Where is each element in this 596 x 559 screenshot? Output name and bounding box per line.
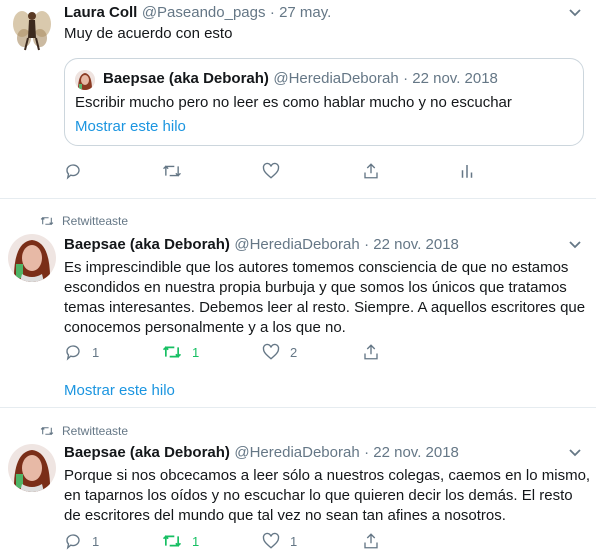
author-name[interactable]: Baepsae (aka Deborah) [64,236,230,253]
avatar[interactable] [8,234,56,282]
reply-icon [66,164,80,180]
reply-count: 1 [92,344,100,360]
share-button[interactable] [362,162,380,180]
tweet-text-line: Es imprescindible que los autores tomemo… [64,259,569,276]
like-button[interactable]: 2 [262,343,297,361]
retweet-icon [163,165,181,177]
analytics-button[interactable] [458,162,476,180]
retweet-label: Retwitteaste [62,214,129,228]
tweet-date[interactable]: · 22 nov. 2018 [364,236,459,253]
tweet-text-line: en taparnos los oídos y no escuchar lo q… [64,487,573,504]
quoted-author-name: Baepsae (aka Deborah) [103,70,269,87]
like-count: 2 [290,344,298,360]
quoted-author-handle: @HerediaDeborah [273,70,399,87]
reply-icon [66,534,80,550]
retweet-count: 1 [192,533,200,549]
share-button[interactable] [362,343,380,361]
chevron-down-icon[interactable] [568,446,582,461]
author-handle[interactable]: @HerediaDeborah [234,444,359,461]
reply-button[interactable]: 1 [64,343,99,361]
avatar[interactable] [8,444,56,492]
tweet-text-line: conocemos personalmente y a los que no. [64,319,346,336]
profile-photo-icon [8,444,56,492]
quoted-date: · 22 nov. 2018 [403,70,498,87]
retweet-button[interactable] [162,162,182,180]
share-icon [364,344,378,360]
tweet-text-line: escondidos en nuestra propia burbuja y q… [64,279,567,296]
tweet-text-line: de escritores del mundo que tal vez no s… [64,507,506,524]
tweet-text: Muy de acuerdo con esto [64,25,233,42]
tweet-date[interactable]: · 22 nov. 2018 [364,444,459,461]
like-button[interactable]: 1 [262,532,297,550]
reply-button[interactable]: 1 [64,532,99,550]
tweet-text: Porque si nos obcecamos a leer sólo a nu… [64,466,590,526]
divider [0,198,596,199]
heart-icon [262,532,280,549]
retweet-icon [162,535,182,547]
author-name[interactable]: Laura Coll [64,4,137,21]
author-name[interactable]: Baepsae (aka Deborah) [64,444,230,461]
tweet-text: Es imprescindible que los autores tomemo… [64,258,585,338]
divider [0,407,596,408]
heart-icon [262,162,280,179]
retweet-label: Retwitteaste [62,424,129,438]
share-button[interactable] [362,532,380,550]
avatar[interactable] [12,6,52,52]
reply-count: 1 [92,533,100,549]
like-button[interactable] [262,162,280,180]
quoted-tweet[interactable]: Baepsae (aka Deborah) @HerediaDeborah · … [64,58,584,146]
profile-photo-icon [8,234,56,282]
retweet-small-icon [40,217,54,225]
avatar [75,70,95,90]
analytics-icon [461,165,473,178]
retweet-context: Retwitteaste [40,214,128,228]
retweet-small-icon [40,427,54,435]
reply-icon [66,345,80,361]
retweet-count: 1 [192,344,200,360]
fairy-avatar-icon [13,11,51,51]
tweet-text-line: Porque si nos obcecamos a leer sólo a nu… [64,467,591,484]
show-thread-link[interactable]: Mostrar este hilo [64,382,175,399]
chevron-down-icon[interactable] [568,238,582,253]
retweet-context: Retwitteaste [40,424,128,438]
share-icon [364,533,378,549]
share-icon [364,163,378,179]
tweet-date[interactable]: · 27 may. [270,4,331,21]
like-count: 1 [290,533,298,549]
retweet-button[interactable]: 1 [162,532,199,550]
profile-photo-icon [75,70,95,90]
retweet-icon [162,346,182,358]
author-handle[interactable]: @Paseando_pags [142,4,266,21]
quoted-text: Escribir mucho pero no leer es como habl… [75,94,512,111]
tweet-text-line: temas interesantes. Debemos leer al rest… [64,299,586,316]
author-handle[interactable]: @HerediaDeborah [234,236,359,253]
show-thread-link[interactable]: Mostrar este hilo [75,118,186,135]
heart-icon [262,343,280,360]
reply-button[interactable] [64,162,82,180]
retweet-button[interactable]: 1 [162,343,199,361]
chevron-down-icon[interactable] [568,6,582,21]
